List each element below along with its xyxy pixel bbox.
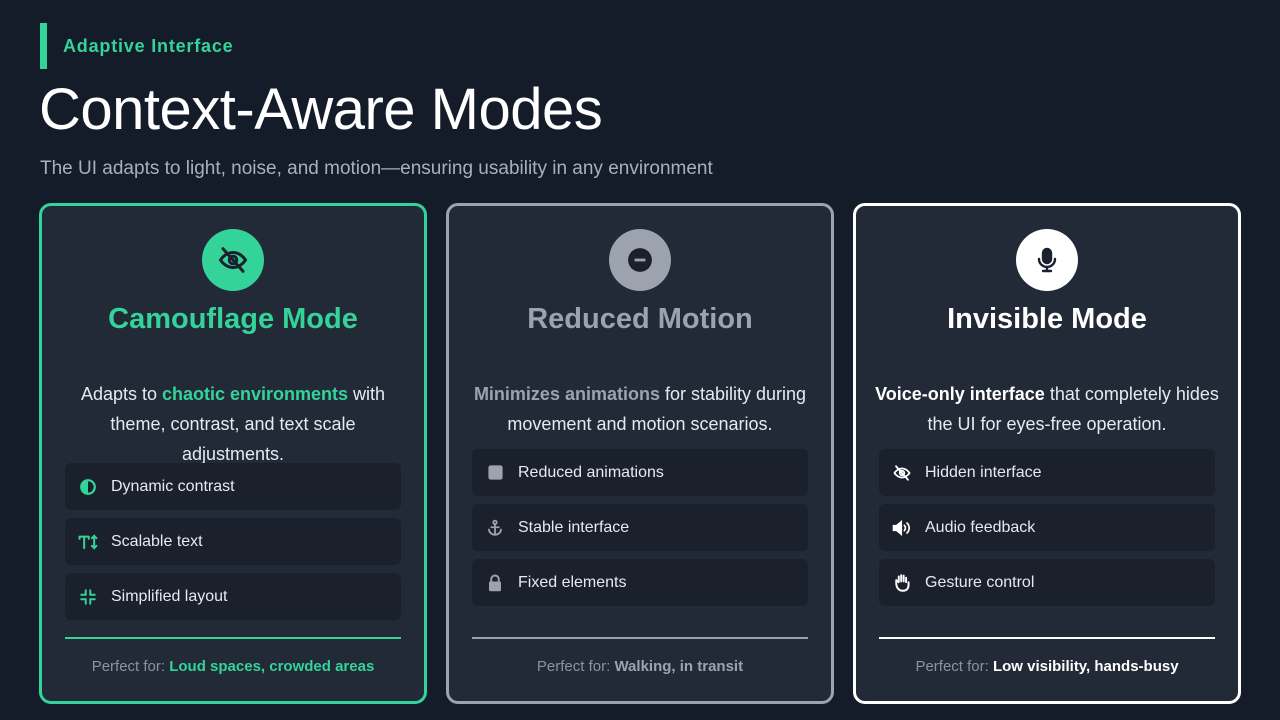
feature-item: Fixed elements: [472, 559, 808, 606]
text-height-icon: [78, 532, 98, 552]
anchor-icon: [485, 518, 505, 538]
card-camouflage-mode: Camouflage Mode Adapts to chaotic enviro…: [39, 203, 427, 704]
footer-value: Loud spaces, crowded areas: [169, 658, 375, 675]
square-icon: [485, 463, 505, 483]
feature-item: Stable interface: [472, 504, 808, 551]
feature-label: Stable interface: [518, 518, 630, 536]
pause-circle-icon: [609, 229, 671, 291]
feature-label: Reduced animations: [518, 463, 664, 481]
lock-icon: [485, 573, 505, 593]
slide: Adaptive Interface Context-Aware Modes T…: [0, 0, 1280, 720]
card-footer: Perfect for: Low visibility, hands-busy: [915, 658, 1179, 675]
feature-item: Audio feedback: [879, 504, 1215, 551]
card-description: Adapts to chaotic environments with them…: [80, 384, 386, 464]
feature-label: Simplified layout: [111, 587, 228, 605]
card-footer: Perfect for: Loud spaces, crowded areas: [91, 658, 375, 675]
eyebrow-label: Adaptive Interface: [63, 35, 234, 56]
card-reduced-motion: Reduced Motion Minimizes animations for …: [446, 203, 834, 704]
feature-item: Gesture control: [879, 559, 1215, 606]
card-title: Invisible Mode: [947, 303, 1147, 335]
feature-list: Hidden interface Audio feedback Gesture …: [879, 449, 1215, 614]
contrast-icon: [78, 477, 98, 497]
card-invisible-mode: Invisible Mode Voice-only interface that…: [853, 203, 1241, 704]
page-title: Context-Aware Modes: [39, 77, 603, 142]
footer-value: Low visibility, hands-busy: [992, 658, 1179, 675]
feature-item: Hidden interface: [879, 449, 1215, 496]
footer-value: Walking, in transit: [614, 658, 744, 675]
feature-label: Gesture control: [925, 573, 1035, 591]
desc-highlight: Minimizes animations: [473, 384, 660, 404]
card-description: Minimizes animations for stability durin…: [473, 384, 807, 434]
compress-icon: [78, 587, 98, 607]
desc-highlight: Voice-only interface: [875, 384, 1045, 404]
feature-item: Dynamic contrast: [65, 463, 401, 510]
feature-label: Fixed elements: [518, 573, 627, 591]
microphone-icon: [1016, 229, 1078, 291]
card-title: Camouflage Mode: [108, 303, 358, 335]
card-divider: [472, 637, 808, 639]
eyebrow: Adaptive Interface: [40, 23, 233, 69]
card-description: Voice-only interface that completely hid…: [875, 384, 1219, 434]
eyebrow-accent-bar: [40, 23, 47, 69]
volume-icon: [892, 518, 912, 538]
feature-item: Scalable text: [65, 518, 401, 565]
desc-highlight: chaotic environments: [162, 384, 349, 404]
feature-label: Audio feedback: [925, 518, 1036, 536]
card-title: Reduced Motion: [527, 303, 753, 335]
feature-item: Simplified layout: [65, 573, 401, 620]
feature-label: Scalable text: [111, 532, 203, 550]
feature-item: Reduced animations: [472, 449, 808, 496]
eye-slash-icon: [202, 229, 264, 291]
hand-icon: [892, 573, 912, 593]
card-footer: Perfect for: Walking, in transit: [536, 658, 744, 675]
page-subtitle: The UI adapts to light, noise, and motio…: [40, 158, 713, 179]
card-divider: [879, 637, 1215, 639]
feature-list: Dynamic contrast Scalable text Simplifie…: [65, 463, 401, 628]
card-divider: [65, 637, 401, 639]
feature-label: Dynamic contrast: [111, 477, 235, 495]
eye-slash-icon: [892, 463, 912, 483]
feature-list: Reduced animations Stable interface Fixe…: [472, 449, 808, 614]
feature-label: Hidden interface: [925, 463, 1042, 481]
